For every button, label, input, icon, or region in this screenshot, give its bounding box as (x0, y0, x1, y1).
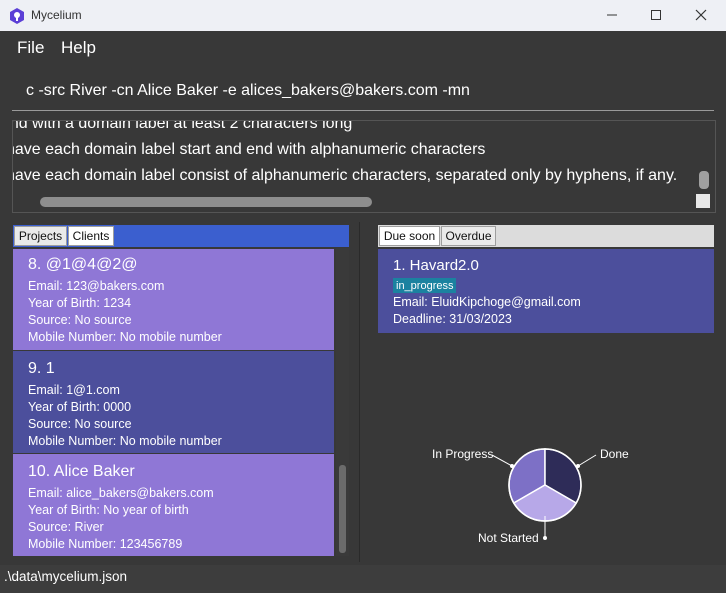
minimize-button[interactable] (601, 4, 623, 26)
title-bar: Mycelium (0, 0, 726, 31)
pie-label-not-started: Not Started (478, 531, 539, 545)
tab-due-soon[interactable]: Due soon (379, 226, 440, 246)
client-email: Email: alice_bakers@bakers.com (28, 486, 214, 500)
menu-bar: File Help (0, 31, 726, 65)
client-name: 10. Alice Baker (28, 463, 135, 480)
result-line: have each domain label consist of alphan… (12, 167, 678, 184)
tab-clients[interactable]: Clients (68, 226, 114, 246)
client-card[interactable]: 10. Alice Baker Email: alice_bakers@bake… (13, 454, 334, 556)
right-tab-bar: Due soon Overdue (378, 225, 714, 247)
client-email: Email: 1@1.com (28, 383, 120, 397)
client-card[interactable]: 9. 1 Email: 1@1.com Year of Birth: 0000 … (13, 351, 334, 453)
split-divider[interactable] (359, 222, 360, 562)
app-window: Mycelium File Help c -src River -cn Alic… (0, 0, 726, 593)
client-source: Source: River (28, 520, 104, 534)
client-year-of-birth: Year of Birth: 1234 (28, 296, 132, 310)
client-list-scrollbar-thumb[interactable] (339, 465, 346, 553)
menu-help[interactable]: Help (61, 38, 96, 58)
pie-label-in-progress: In Progress (432, 447, 494, 461)
status-bar: .\data\mycelium.json (0, 565, 726, 593)
client-mobile: Mobile Number: 123456789 (28, 537, 183, 551)
client-name: 9. 1 (28, 360, 55, 377)
close-button[interactable] (690, 4, 712, 26)
maximize-icon (651, 10, 661, 20)
client-source: Source: No source (28, 313, 132, 327)
client-year-of-birth: Year of Birth: No year of birth (28, 503, 189, 517)
command-input[interactable]: c -src River -cn Alice Baker -e alices_b… (12, 70, 714, 111)
result-line: end with a domain label at least 2 chara… (12, 120, 353, 132)
status-pie-chart (508, 448, 582, 522)
minimize-icon (607, 14, 617, 16)
app-logo-icon (10, 8, 24, 24)
client-mobile: Mobile Number: No mobile number (28, 330, 222, 344)
client-mobile: Mobile Number: No mobile number (28, 434, 222, 448)
window-title: Mycelium (31, 8, 82, 22)
result-line: have each domain label start and end wit… (12, 141, 486, 158)
pie-label-done: Done (600, 447, 629, 461)
close-icon (695, 9, 707, 21)
command-text: c -src River -cn Alice Baker -e alices_b… (26, 82, 470, 99)
data-file-path: .\data\mycelium.json (4, 569, 128, 584)
project-email: Email: EluidKipchoge@gmail.com (393, 295, 581, 309)
client-name: 8. @1@4@2@ (28, 256, 138, 273)
client-card[interactable]: 8. @1@4@2@ Email: 123@bakers.com Year of… (13, 249, 334, 350)
client-year-of-birth: Year of Birth: 0000 (28, 400, 132, 414)
scroll-corner (696, 194, 710, 208)
client-email: Email: 123@bakers.com (28, 279, 165, 293)
project-deadline: Deadline: 31/03/2023 (393, 312, 512, 326)
result-vertical-scrollbar[interactable] (699, 171, 709, 189)
project-name: 1. Havard2.0 (393, 257, 479, 274)
maximize-button[interactable] (645, 4, 667, 26)
left-tab-bar: Projects Clients (13, 225, 349, 247)
menu-file[interactable]: File (17, 38, 44, 58)
tab-projects[interactable]: Projects (14, 226, 67, 246)
project-card[interactable]: 1. Havard2.0 in_progress Email: EluidKip… (378, 249, 714, 333)
tab-overdue[interactable]: Overdue (441, 226, 496, 246)
status-badge: in_progress (393, 278, 457, 293)
result-horizontal-scrollbar[interactable] (40, 197, 372, 207)
client-source: Source: No source (28, 417, 132, 431)
